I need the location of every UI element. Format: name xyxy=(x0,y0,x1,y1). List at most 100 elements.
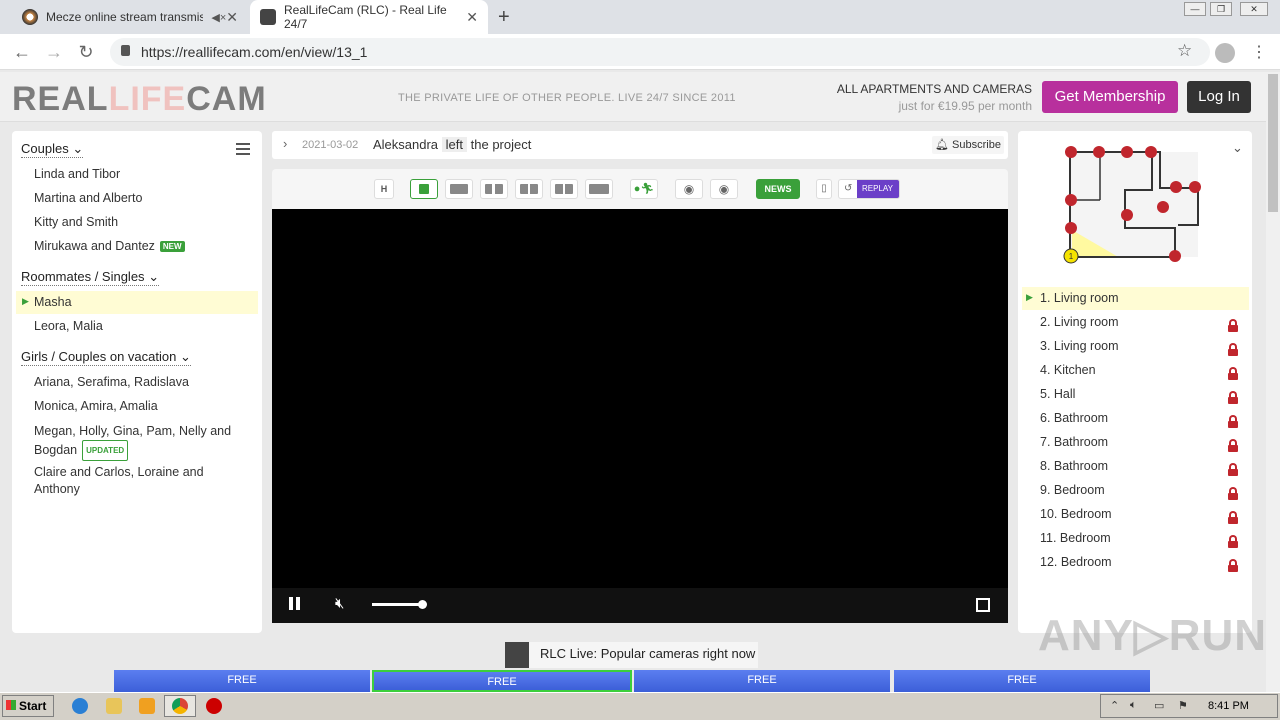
camera-item[interactable]: 3. Living room xyxy=(1040,339,1119,353)
camera-item[interactable]: 2. Living room xyxy=(1040,315,1119,329)
lock-icon xyxy=(1228,343,1238,356)
restore-icon[interactable]: ❐ xyxy=(1210,2,1232,16)
get-membership-button[interactable]: Get Membership xyxy=(1042,81,1178,113)
forward-icon[interactable]: → xyxy=(44,42,64,63)
windows-logo-icon xyxy=(6,700,16,710)
news-text[interactable]: Aleksandra left the project xyxy=(373,137,531,152)
new-tab-icon[interactable]: + xyxy=(498,6,510,29)
sidebar-item[interactable]: Claire and Carlos, Loraine and Anthony xyxy=(34,464,244,498)
camera-item-active[interactable]: 1. Living room xyxy=(1040,291,1119,305)
sidebar-item[interactable]: Megan, Holly, Gina, Pam, Nelly and Bogdan… xyxy=(34,423,244,461)
news-rest: the project xyxy=(470,137,532,152)
tab-title: Mecze online stream transmisje xyxy=(46,10,204,24)
eye-filled-icon[interactable]: ◉ xyxy=(710,179,738,199)
lock-icon xyxy=(1228,367,1238,380)
news-name: Aleksandra xyxy=(373,137,439,152)
floor-plan-map[interactable]: 1 xyxy=(1060,140,1205,265)
speaker-muted-icon[interactable]: ◀× xyxy=(211,11,226,24)
layout-split-button[interactable] xyxy=(480,179,508,199)
live-thumbnail[interactable]: FREE xyxy=(634,670,890,692)
video-player[interactable] xyxy=(272,209,1008,623)
browser-tab-inactive[interactable]: Mecze online stream transmisje ◀× ✕ xyxy=(12,0,248,34)
new-badge: NEW xyxy=(159,241,185,253)
sidebar-item[interactable]: Kitty and Smith xyxy=(34,215,118,229)
camera-item[interactable]: 7. Bathroom xyxy=(1040,435,1108,449)
eye-icon[interactable]: ◉ xyxy=(675,179,703,199)
profile-avatar-icon[interactable] xyxy=(1215,43,1235,63)
chevron-right-icon[interactable]: › xyxy=(283,136,287,151)
group-roommates[interactable]: Roommates / Singles ⌄ xyxy=(21,269,160,286)
flag-tray-icon[interactable]: ⚑ xyxy=(1178,699,1188,712)
volume-slider[interactable] xyxy=(372,603,422,606)
sidebar-item[interactable]: Leora, Malia xyxy=(34,319,103,333)
taskbar-clock: 8:41 PM xyxy=(1208,700,1249,712)
sidebar-item[interactable]: Monica, Amira, Amalia xyxy=(34,399,158,413)
motion-detect-icon[interactable]: ●🏃︎ xyxy=(630,179,658,199)
browser-tab-active[interactable]: RealLifeCam (RLC) - Real Life 24/7 ✕ xyxy=(250,0,488,34)
close-window-icon[interactable]: ✕ xyxy=(1240,2,1268,16)
star-icon[interactable]: ☆ xyxy=(1177,41,1192,61)
layout-grid-button[interactable] xyxy=(550,179,578,199)
volume-knob[interactable] xyxy=(418,600,427,609)
live-thumbnail[interactable]: FREE xyxy=(372,670,632,692)
replay-button[interactable]: ↺ REPLAY xyxy=(838,179,900,199)
folder-icon[interactable] xyxy=(106,698,122,714)
layout-single-small-button[interactable] xyxy=(410,179,438,199)
rlc-favicon-icon xyxy=(260,9,276,25)
pause-icon[interactable] xyxy=(296,597,300,610)
camera-item[interactable]: 4. Kitchen xyxy=(1040,363,1096,377)
live-thumbnail[interactable]: FREE xyxy=(114,670,370,692)
back-icon[interactable]: ← xyxy=(12,42,32,63)
group-title: Girls / Couples on vacation xyxy=(21,349,177,364)
camera-item[interactable]: 6. Bathroom xyxy=(1040,411,1108,425)
sidebar-item[interactable]: Martina and Alberto xyxy=(34,191,142,205)
menu-dots-icon[interactable]: ⋮ xyxy=(1251,42,1267,62)
updated-badge: UPDATED xyxy=(82,440,129,461)
hamburger-menu-icon[interactable] xyxy=(236,143,250,155)
group-title: Roommates / Singles xyxy=(21,269,145,284)
layout-full-button[interactable] xyxy=(585,179,613,199)
pause-icon[interactable] xyxy=(289,597,293,610)
login-button[interactable]: Log In xyxy=(1187,81,1251,113)
layout-single-button[interactable] xyxy=(445,179,473,199)
logo-part: REAL xyxy=(12,80,109,118)
volume-tray-icon[interactable]: 🔈︎ xyxy=(1130,699,1137,712)
mobile-icon[interactable]: ▯ xyxy=(816,179,832,199)
camera-item[interactable]: 5. Hall xyxy=(1040,387,1075,401)
sidebar-item[interactable]: Ariana, Serafima, Radislava xyxy=(34,375,189,389)
url-text[interactable]: https://reallifecam.com/en/view/13_1 xyxy=(141,44,367,60)
subscribe-button[interactable]: 🔔︎ Subscribe xyxy=(932,136,1004,154)
chevron-down-icon: ⌄ xyxy=(179,349,191,364)
camera-item[interactable]: 9. Bedroom xyxy=(1040,483,1105,497)
camera-item[interactable]: 8. Bathroom xyxy=(1040,459,1108,473)
sidebar-item-active[interactable]: Masha xyxy=(34,295,72,309)
sidebar-item[interactable]: Mirukawa and Dantez NEW xyxy=(34,239,185,253)
close-tab-icon[interactable]: ✕ xyxy=(226,9,238,26)
lock-icon xyxy=(1228,415,1238,428)
group-couples[interactable]: Couples ⌄ xyxy=(21,141,84,158)
logo-part: CAM xyxy=(186,80,267,118)
hd-toggle-button[interactable]: H xyxy=(374,179,394,199)
network-tray-icon[interactable]: ▭ xyxy=(1154,699,1164,712)
stop-icon[interactable] xyxy=(206,698,222,714)
replay-label: REPLAY xyxy=(862,184,893,193)
tray-expand-icon[interactable]: ⌃ xyxy=(1110,699,1119,712)
close-tab-icon[interactable]: ✕ xyxy=(466,9,478,26)
chevron-down-icon[interactable]: ⌄ xyxy=(1232,140,1243,156)
camera-item[interactable]: 12. Bedroom xyxy=(1040,555,1112,569)
camera-item[interactable]: 10. Bedroom xyxy=(1040,507,1112,521)
live-thumbnail[interactable]: FREE xyxy=(894,670,1150,692)
muted-speaker-icon[interactable]: 🔇︎ xyxy=(335,595,344,612)
group-vacation[interactable]: Girls / Couples on vacation ⌄ xyxy=(21,349,191,366)
scrollbar-thumb[interactable] xyxy=(1268,74,1278,212)
layout-two-button[interactable] xyxy=(515,179,543,199)
camera-item[interactable]: 11. Bedroom xyxy=(1040,531,1111,545)
reload-icon[interactable]: ↻ xyxy=(76,42,96,63)
media-player-icon[interactable] xyxy=(139,698,155,714)
sidebar-item[interactable]: Linda and Tibor xyxy=(34,167,120,181)
minimize-icon[interactable]: — xyxy=(1184,2,1206,16)
ie-icon[interactable] xyxy=(72,698,88,714)
news-button[interactable]: NEWS xyxy=(756,179,800,199)
site-logo[interactable]: REALLIFECAM xyxy=(12,80,267,119)
fullscreen-icon[interactable] xyxy=(976,598,990,612)
